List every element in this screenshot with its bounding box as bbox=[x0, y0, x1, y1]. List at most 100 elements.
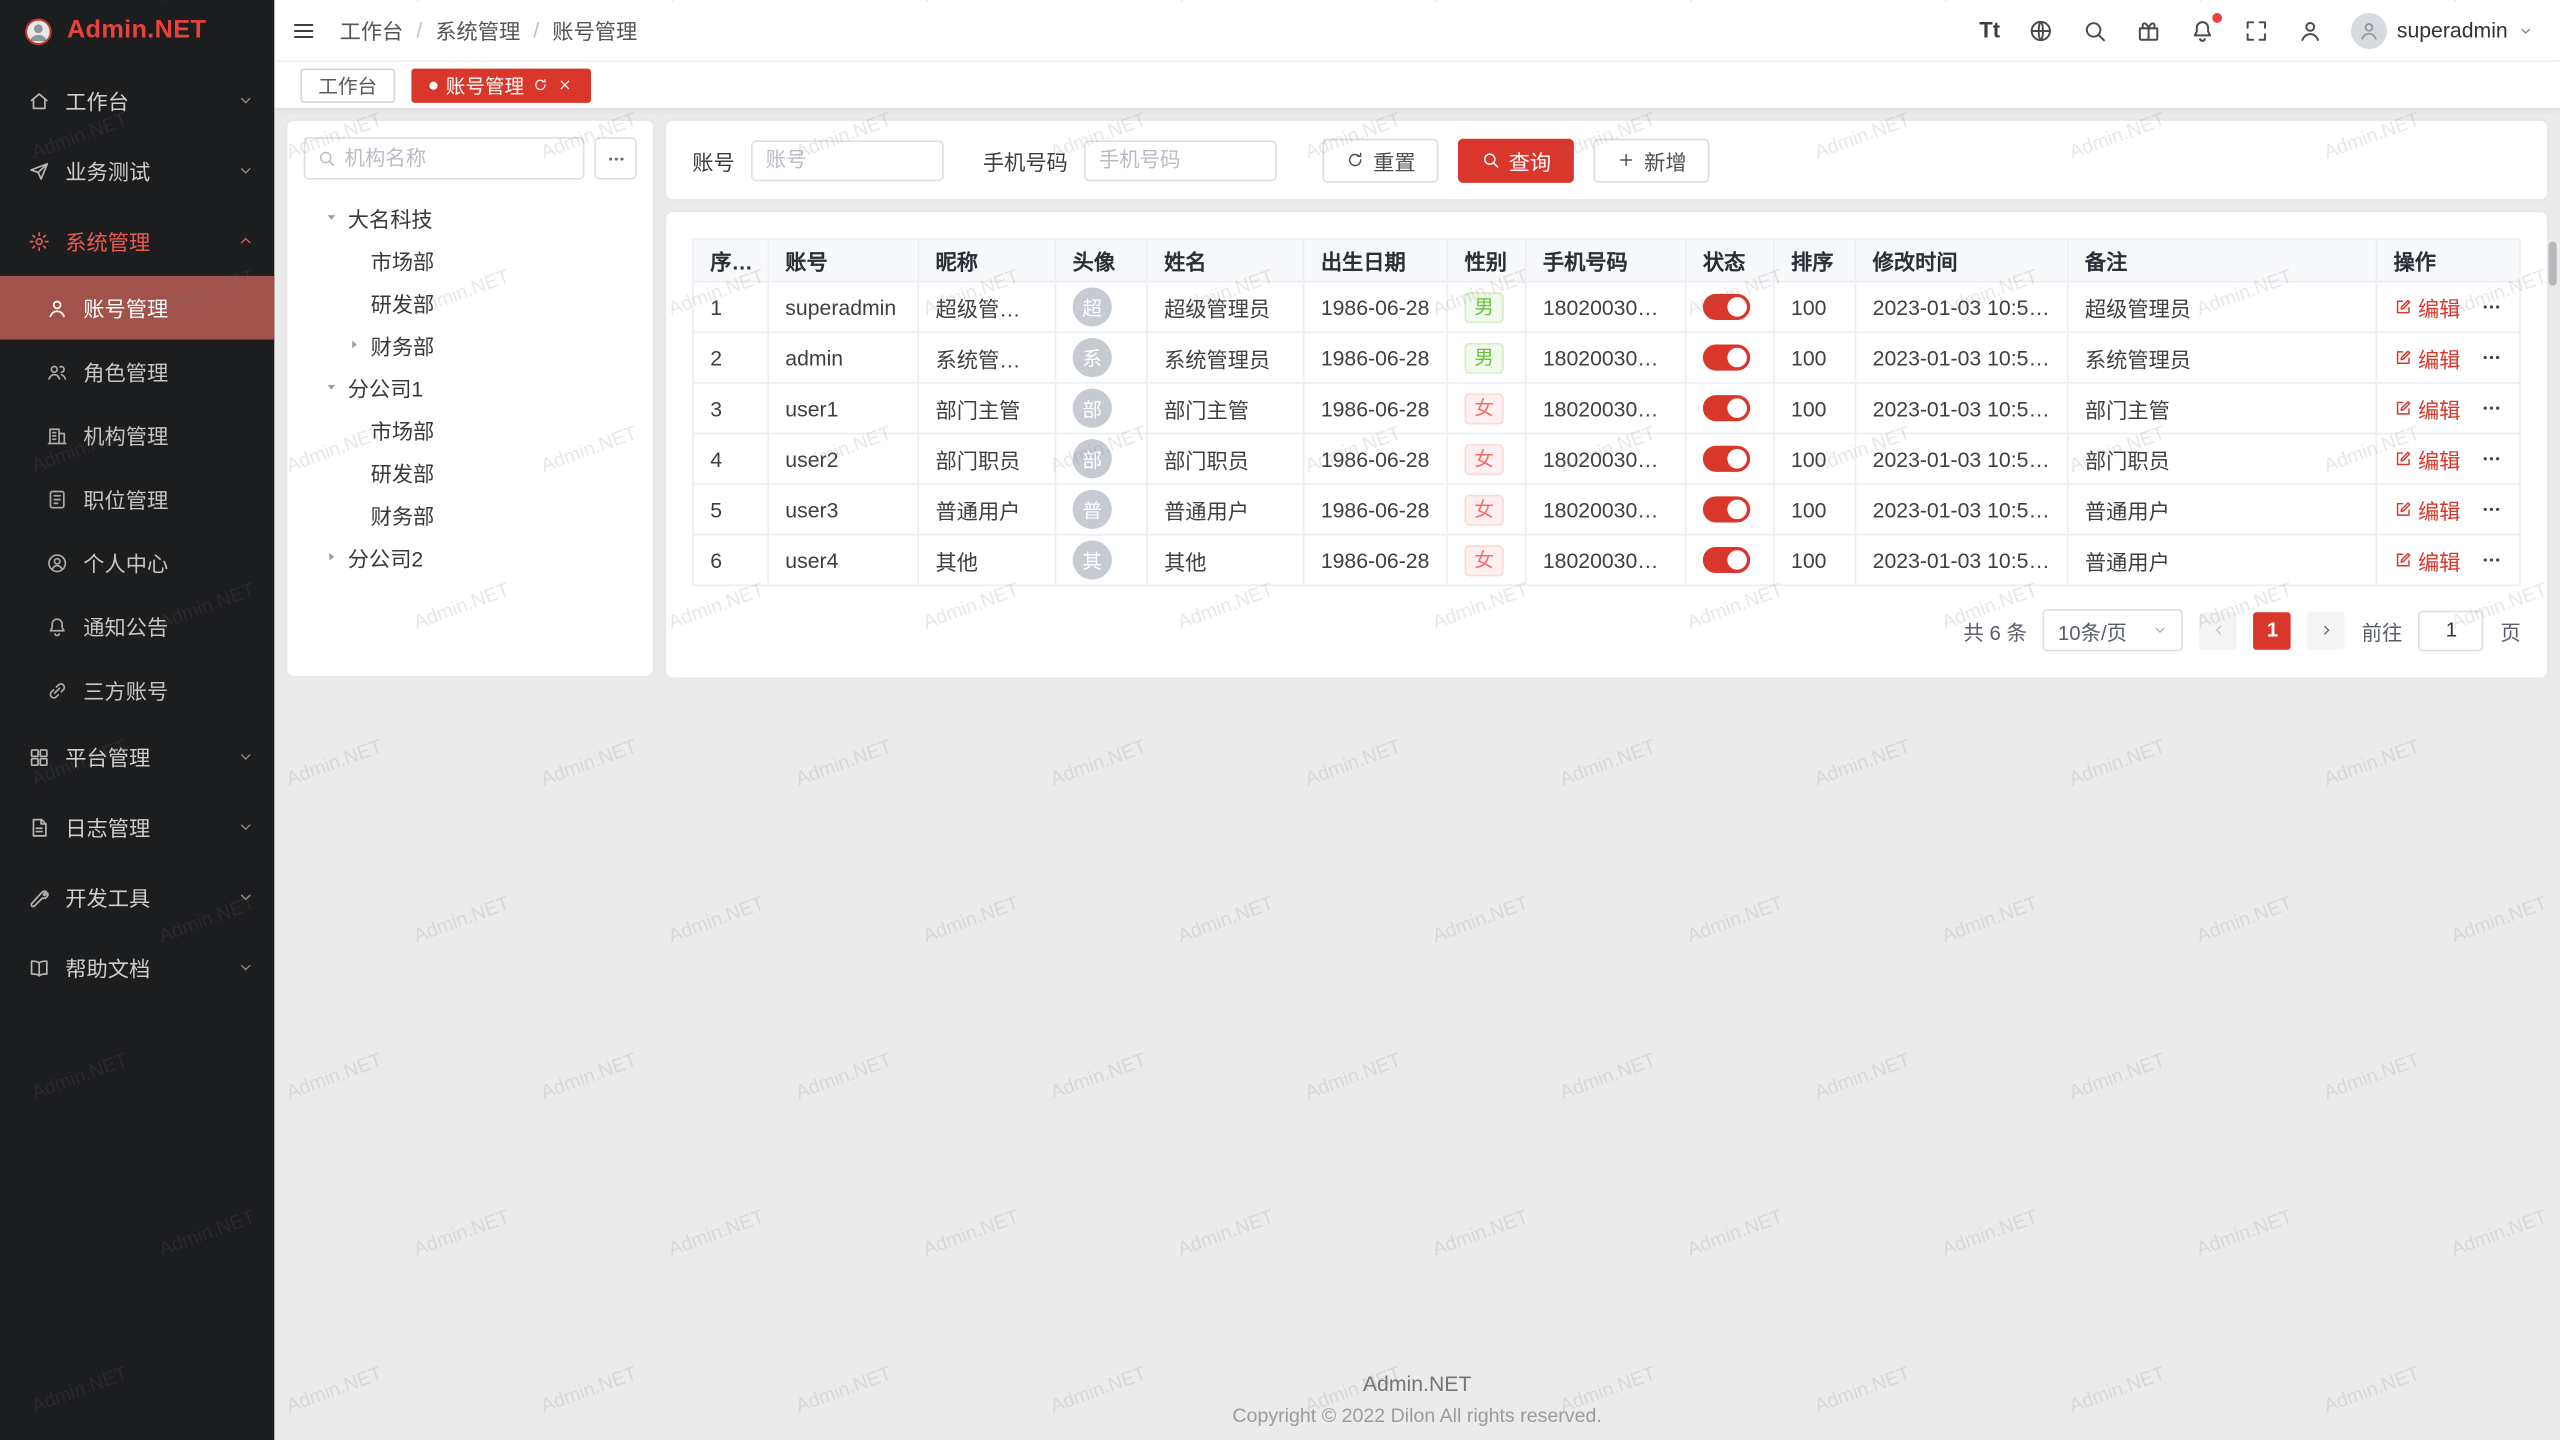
status-toggle[interactable] bbox=[1703, 396, 1750, 422]
menu-collapse-icon[interactable] bbox=[291, 17, 317, 43]
breadcrumb-item[interactable]: 账号管理 bbox=[552, 15, 637, 46]
row-more-icon[interactable] bbox=[2480, 447, 2503, 470]
tree-caret-icon[interactable] bbox=[320, 376, 343, 399]
tree-caret-icon[interactable] bbox=[343, 333, 366, 356]
tree-node-rd-dept-1[interactable]: 研发部 bbox=[304, 281, 637, 323]
fullscreen-icon[interactable] bbox=[2243, 17, 2269, 43]
breadcrumb-item[interactable]: 工作台 bbox=[340, 15, 404, 46]
edit-button-label: 编辑 bbox=[2418, 342, 2460, 373]
theme-skin-icon[interactable] bbox=[2136, 17, 2162, 43]
edit-button[interactable]: 编辑 bbox=[2393, 494, 2460, 525]
chevron-down-icon bbox=[237, 818, 255, 836]
table-row[interactable]: 6user4其他其其他1986-06-28女180200307201002023… bbox=[693, 535, 2520, 586]
tree-node-market-dept-2[interactable]: 市场部 bbox=[304, 408, 637, 450]
row-avatar: 普 bbox=[1073, 490, 1112, 529]
edit-button[interactable]: 编辑 bbox=[2393, 544, 2460, 575]
reset-button-label: 重置 bbox=[1373, 144, 1415, 175]
scrollbar-thumb[interactable] bbox=[2549, 242, 2557, 286]
row-more-icon[interactable] bbox=[2480, 549, 2503, 572]
user-menu[interactable]: superadmin bbox=[2351, 12, 2534, 48]
sidebar-subitem-position-mgmt[interactable]: 职位管理 bbox=[0, 467, 274, 531]
sidebar-item-platform-mgmt[interactable]: 平台管理 bbox=[0, 722, 274, 792]
notification-bell[interactable] bbox=[2189, 17, 2215, 43]
tree-node-daming-tech[interactable]: 大名科技 bbox=[304, 196, 637, 238]
tree-node-finance-dept-2[interactable]: 财务部 bbox=[304, 493, 637, 535]
tree-node-label: 分公司1 bbox=[348, 371, 423, 402]
tree-caret-icon[interactable] bbox=[320, 545, 343, 568]
tab-1[interactable]: 账号管理 bbox=[411, 68, 591, 102]
account-input[interactable] bbox=[751, 140, 944, 181]
table-row[interactable]: 1superadmin超级管理员超超级管理员1986-06-28男1802003… bbox=[693, 282, 2520, 333]
page-size-select[interactable]: 10条/页 bbox=[2043, 609, 2183, 651]
tree-caret-spacer bbox=[343, 291, 366, 314]
page-number-button[interactable]: 1 bbox=[2254, 611, 2292, 649]
tree-node-label: 市场部 bbox=[371, 244, 435, 275]
next-page-button[interactable] bbox=[2308, 611, 2346, 649]
sidebar-subitem-third-party-account[interactable]: 三方账号 bbox=[0, 658, 274, 722]
sidebar-subitem-account-mgmt[interactable]: 账号管理 bbox=[0, 276, 274, 340]
search-icon[interactable] bbox=[2082, 17, 2108, 43]
add-button[interactable]: 新增 bbox=[1594, 138, 1710, 182]
breadcrumb-item[interactable]: 系统管理 bbox=[435, 15, 520, 46]
row-more-icon[interactable] bbox=[2480, 397, 2503, 420]
org-search-input[interactable] bbox=[344, 147, 571, 170]
sidebar-subitem-org-mgmt[interactable]: 机构管理 bbox=[0, 403, 274, 467]
sidebar-nav: 工作台 业务测试 系统管理 账号管理 角色管理 机构管理 bbox=[0, 62, 274, 1002]
table-row[interactable]: 3user1部门主管部部门主管1986-06-28女18020030720100… bbox=[693, 383, 2520, 434]
sidebar-item-help-docs[interactable]: 帮助文档 bbox=[0, 932, 274, 1002]
cell-gender: 女 bbox=[1447, 383, 1525, 434]
locale-icon[interactable] bbox=[2028, 17, 2054, 43]
cell-index: 6 bbox=[693, 535, 768, 586]
gender-tag: 女 bbox=[1464, 494, 1503, 525]
cell-account: superadmin bbox=[768, 282, 918, 333]
tree-node-rd-dept-2[interactable]: 研发部 bbox=[304, 451, 637, 493]
font-size-icon[interactable]: Tt bbox=[1979, 18, 2000, 42]
status-toggle[interactable] bbox=[1703, 497, 1750, 523]
cell-status bbox=[1686, 332, 1774, 383]
reset-button[interactable]: 重置 bbox=[1323, 138, 1439, 182]
cell-remark: 超级管理员 bbox=[2068, 282, 2377, 333]
row-more-icon[interactable] bbox=[2480, 498, 2503, 521]
tab-refresh-icon[interactable] bbox=[532, 77, 548, 93]
sidebar-item-log-mgmt[interactable]: 日志管理 bbox=[0, 792, 274, 862]
table-row[interactable]: 2admin系统管理员系系统管理员1986-06-28男180200307201… bbox=[693, 332, 2520, 383]
status-toggle[interactable] bbox=[1703, 345, 1750, 371]
tree-node-branch-2[interactable]: 分公司2 bbox=[304, 536, 637, 578]
cell-name: 其他 bbox=[1147, 535, 1304, 586]
tree-node-branch-1[interactable]: 分公司1 bbox=[304, 366, 637, 408]
tree-node-market-dept-1[interactable]: 市场部 bbox=[304, 238, 637, 280]
edit-button[interactable]: 编辑 bbox=[2393, 291, 2460, 322]
tree-caret-icon[interactable] bbox=[320, 206, 343, 229]
org-tree: 大名科技 市场部 研发部 财务部 分公司1 市场部 研发部 财务部 分公司2 bbox=[304, 196, 637, 578]
status-toggle[interactable] bbox=[1703, 547, 1750, 573]
user-icon[interactable] bbox=[2297, 17, 2323, 43]
tab-0[interactable]: 工作台 bbox=[300, 68, 395, 102]
table-row[interactable]: 4user2部门职员部部门职员1986-06-28女18020030720100… bbox=[693, 433, 2520, 484]
sidebar-subitem-profile-center[interactable]: 个人中心 bbox=[0, 531, 274, 595]
sidebar-item-dev-tools[interactable]: 开发工具 bbox=[0, 862, 274, 932]
tree-node-finance-dept-1[interactable]: 财务部 bbox=[304, 323, 637, 365]
edit-button[interactable]: 编辑 bbox=[2393, 342, 2460, 373]
sidebar-item-business-test[interactable]: 业务测试 bbox=[0, 136, 274, 206]
sidebar-item-system-mgmt[interactable]: 系统管理 bbox=[0, 206, 274, 276]
doc-icon bbox=[28, 816, 51, 839]
phone-input[interactable] bbox=[1084, 140, 1277, 181]
sidebar-subitem-notice[interactable]: 通知公告 bbox=[0, 594, 274, 658]
tab-close-icon[interactable] bbox=[557, 77, 573, 93]
status-toggle[interactable] bbox=[1703, 446, 1750, 472]
sidebar-item-workbench[interactable]: 工作台 bbox=[0, 65, 274, 135]
table-row[interactable]: 5user3普通用户普普通用户1986-06-28女18020030720100… bbox=[693, 484, 2520, 535]
sidebar-subitem-role-mgmt[interactable]: 角色管理 bbox=[0, 340, 274, 404]
row-more-icon[interactable] bbox=[2480, 296, 2503, 319]
search-button[interactable]: 查询 bbox=[1458, 138, 1574, 182]
app-logo[interactable]: Admin.NET bbox=[0, 0, 274, 62]
status-toggle[interactable] bbox=[1703, 294, 1750, 320]
goto-page-input[interactable] bbox=[2419, 610, 2484, 651]
col-header-modified: 修改时间 bbox=[1856, 239, 2068, 281]
cell-phone: 18020030720 bbox=[1526, 383, 1686, 434]
edit-button[interactable]: 编辑 bbox=[2393, 393, 2460, 424]
org-more-button[interactable] bbox=[594, 137, 636, 179]
edit-button[interactable]: 编辑 bbox=[2393, 443, 2460, 474]
prev-page-button[interactable] bbox=[2200, 611, 2238, 649]
row-more-icon[interactable] bbox=[2480, 346, 2503, 369]
